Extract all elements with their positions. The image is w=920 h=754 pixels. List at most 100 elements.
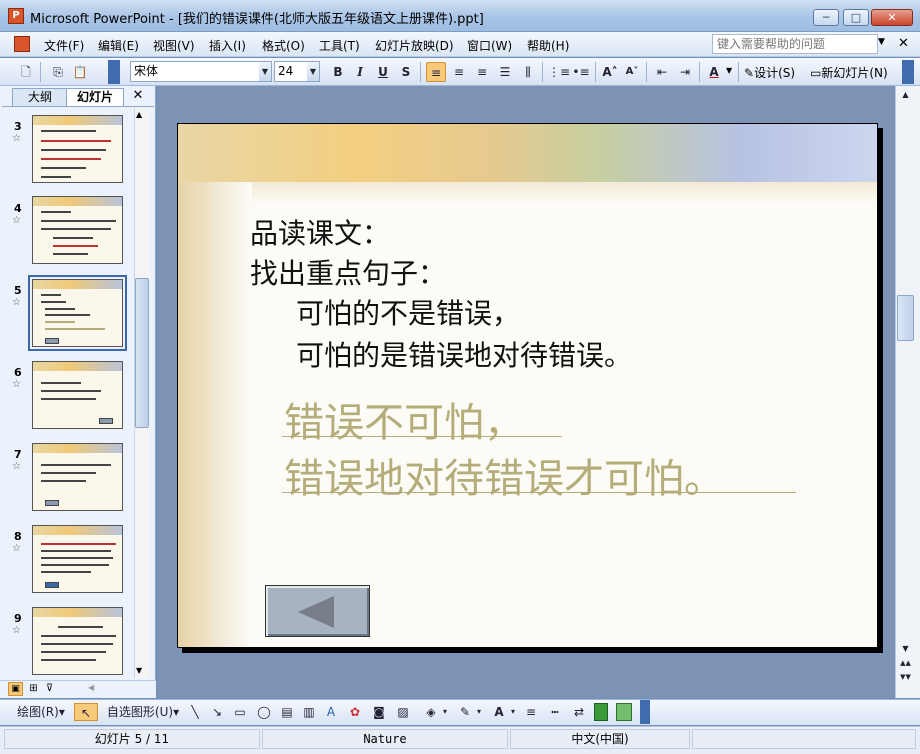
menu-slideshow[interactable]: 幻灯片放映(D) [375, 37, 454, 54]
slide-thumbnail-8[interactable] [32, 525, 123, 593]
tab-slides[interactable]: 幻灯片 [66, 88, 124, 106]
line-style-icon[interactable]: ≡ [522, 703, 540, 721]
draw-font-color-icon[interactable]: A [490, 703, 508, 721]
slide-thumbnail-6[interactable] [32, 361, 123, 429]
numbering-icon[interactable]: ⋮≡ [548, 62, 570, 82]
slide-quote-line[interactable]: 可怕的不是错误， [296, 292, 520, 332]
3d-style-icon[interactable] [616, 703, 632, 721]
tab-outline[interactable]: 大纲 [12, 88, 68, 106]
decrease-font-button[interactable]: A˅ [622, 62, 642, 82]
align-right-icon[interactable]: ≡ [472, 62, 492, 82]
slide-heading-line[interactable]: 找出重点句子： [250, 252, 446, 292]
paste-icon[interactable]: 📋 [70, 62, 90, 82]
shadow-style-icon[interactable] [594, 703, 608, 721]
menu-format[interactable]: 格式(O) [262, 37, 305, 54]
line-tool-icon[interactable]: ╲ [186, 703, 204, 721]
previous-slide-icon[interactable]: ▲▲ [897, 656, 914, 670]
decrease-indent-icon[interactable]: ⇤ [652, 62, 672, 82]
align-center-icon[interactable]: ≡ [449, 62, 469, 82]
close-document-button[interactable]: ✕ [898, 36, 909, 51]
back-action-button[interactable] [265, 585, 370, 637]
font-name-dropdown-icon[interactable]: ▼ [259, 62, 271, 81]
shadow-button[interactable]: S [396, 62, 416, 82]
arrow-style-icon[interactable]: ⇄ [570, 703, 588, 721]
slide-heading-line[interactable]: 品读课文： [250, 212, 390, 252]
select-pointer-icon[interactable]: ↖ [74, 703, 98, 721]
slide-emphasis-line[interactable]: 错误不可怕， [284, 390, 524, 448]
normal-view-icon[interactable]: ▣ [8, 682, 23, 696]
vertical-textbox-icon[interactable]: ▥ [300, 703, 318, 721]
menu-tools[interactable]: 工具(T) [319, 37, 360, 54]
slide-thumbnail-5[interactable] [32, 279, 123, 347]
help-dropdown-icon[interactable]: ▼ [878, 37, 885, 47]
fill-color-icon[interactable]: ◈ [422, 703, 440, 721]
document-icon[interactable] [14, 36, 30, 52]
slide-quote-line[interactable]: 可怕的是错误地对待错误。 [296, 334, 632, 374]
maximize-button[interactable]: □ [843, 9, 869, 26]
next-slide-icon[interactable]: ▼▼ [897, 670, 914, 684]
text-direction-icon[interactable]: ⫼ [518, 62, 538, 82]
underline-button[interactable]: U [373, 62, 393, 82]
menu-file[interactable]: 文件(F) [44, 37, 84, 54]
italic-button[interactable]: I [350, 62, 370, 82]
new-document-icon[interactable]: 🗋 [16, 62, 36, 82]
slide-sorter-icon[interactable]: ⊞ [26, 682, 41, 696]
autoshapes-button[interactable]: 自选图形(U)▾ [104, 703, 182, 721]
slide-emphasis-line[interactable]: 错误地对待错误才可怕。 [284, 446, 724, 504]
font-color-dropdown-icon[interactable]: ▼ [726, 66, 732, 75]
menu-view[interactable]: 视图(V) [153, 37, 195, 54]
draw-menu-button[interactable]: 绘图(R)▾ [12, 703, 70, 721]
draw-font-color-dropdown-icon[interactable]: ▾ [509, 703, 517, 721]
font-size-dropdown-icon[interactable]: ▼ [307, 62, 319, 81]
slide-thumbnail-7[interactable] [32, 443, 123, 511]
hscroll-left-icon[interactable]: ◀ [88, 683, 94, 692]
bold-button[interactable]: B [328, 62, 348, 82]
menu-window[interactable]: 窗口(W) [467, 37, 512, 54]
diagram-icon[interactable]: ✿ [346, 703, 364, 721]
bullets-icon[interactable]: •≡ [571, 62, 591, 82]
rectangle-tool-icon[interactable]: ▭ [230, 703, 250, 721]
picture-icon[interactable]: ▨ [394, 703, 412, 721]
oval-tool-icon[interactable]: ◯ [254, 703, 274, 721]
design-button[interactable]: ✎设计(S) [744, 64, 795, 81]
slide-thumbnail-9[interactable] [32, 607, 123, 675]
copy-icon[interactable]: ⎘ [48, 62, 68, 82]
increase-indent-icon[interactable]: ⇥ [675, 62, 695, 82]
menu-help[interactable]: 帮助(H) [527, 37, 569, 54]
close-window-button[interactable]: ✕ [871, 9, 913, 26]
toolbar-options-icon[interactable] [902, 60, 914, 84]
wordart-icon[interactable]: A [322, 703, 340, 721]
font-name-combo[interactable]: 宋体 ▼ [130, 61, 272, 82]
slideshow-view-icon[interactable]: ⊽ [42, 682, 57, 696]
scroll-down-icon[interactable]: ▼ [136, 666, 142, 675]
slide-thumbnail-3[interactable] [32, 115, 123, 183]
slide-vertical-scrollbar[interactable] [895, 86, 920, 698]
line-color-icon[interactable]: ✎ [456, 703, 474, 721]
clipart-icon[interactable]: ◙ [370, 703, 388, 721]
slide-thumbnail-4[interactable] [32, 196, 123, 264]
help-search-input[interactable]: 键入需要帮助的问题 [712, 34, 878, 54]
font-size-combo[interactable]: 24 ▼ [274, 61, 320, 82]
new-slide-button[interactable]: ▭新幻灯片(N) [810, 64, 888, 81]
fill-dropdown-icon[interactable]: ▾ [441, 703, 449, 721]
close-pane-icon[interactable]: ✕ [130, 88, 146, 104]
line-color-dropdown-icon[interactable]: ▾ [475, 703, 483, 721]
powerpoint-app-icon[interactable]: P [8, 8, 24, 24]
menu-edit[interactable]: 编辑(E) [98, 37, 139, 54]
font-color-button[interactable]: A [704, 62, 724, 82]
current-slide[interactable]: 品读课文： 找出重点句子： 可怕的不是错误， 可怕的是错误地对待错误。 错误不可… [177, 123, 878, 648]
thumbnail-scroll-thumb[interactable] [135, 278, 149, 428]
scroll-up-icon[interactable]: ▲ [897, 88, 914, 102]
dash-style-icon[interactable]: ┅ [546, 703, 564, 721]
increase-font-button[interactable]: A˄ [600, 62, 620, 82]
minimize-button[interactable]: ─ [813, 9, 839, 26]
scroll-up-icon[interactable]: ▲ [136, 110, 142, 119]
align-left-icon[interactable]: ≡ [426, 62, 446, 82]
arrow-tool-icon[interactable]: ↘ [208, 703, 226, 721]
justify-icon[interactable]: ☰ [495, 62, 515, 82]
textbox-tool-icon[interactable]: ▤ [278, 703, 296, 721]
slide-scroll-thumb[interactable] [897, 295, 914, 341]
toolbar-options-icon[interactable] [640, 700, 650, 724]
scroll-down-icon[interactable]: ▼ [897, 642, 914, 656]
toolbar-options-icon[interactable] [108, 60, 120, 84]
